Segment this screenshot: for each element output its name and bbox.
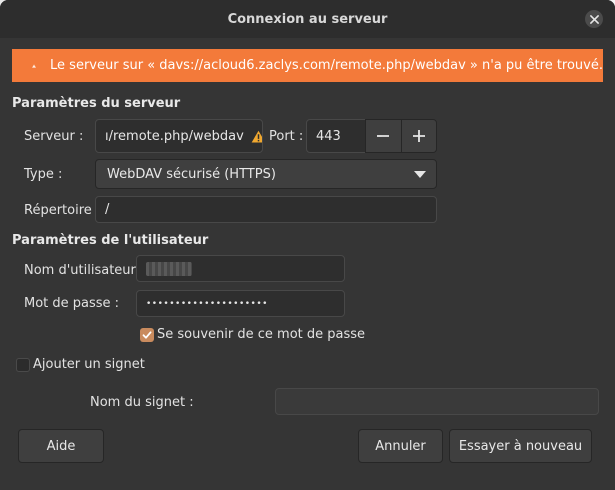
add-bookmark-label[interactable]: Ajouter un signet (33, 357, 145, 372)
error-message: Le serveur sur « davs://acloud6.zaclys.c… (50, 58, 603, 73)
error-banner: Le serveur sur « davs://acloud6.zaclys.c… (12, 49, 603, 82)
port-label: Port : (269, 129, 304, 144)
port-decrement-button[interactable] (366, 120, 401, 152)
add-bookmark-checkbox[interactable] (16, 358, 30, 372)
minus-icon (377, 135, 390, 137)
bookmark-name-input[interactable] (275, 388, 599, 415)
port-increment-button[interactable] (400, 120, 436, 152)
server-value: ı/remote.php/webdav (105, 128, 244, 144)
remember-password-label[interactable]: Se souvenir de ce mot de passe (157, 327, 365, 342)
remember-password-checkbox[interactable] (140, 328, 154, 342)
window-title: Connexion au serveur (227, 12, 388, 27)
type-value: WebDAV sécurisé (HTTPS) (107, 166, 276, 182)
type-label: Type : (24, 167, 63, 182)
port-input[interactable]: 443 (306, 119, 366, 153)
port-value: 443 (316, 128, 341, 144)
checkmark-icon (142, 331, 152, 339)
username-input[interactable] (136, 255, 345, 282)
password-input[interactable]: ••••••••••••••••••••• (136, 290, 345, 317)
help-button[interactable]: Aide (18, 429, 104, 463)
username-redaction (146, 261, 192, 276)
bookmark-name-label: Nom du signet : (90, 395, 194, 410)
cancel-button[interactable]: Annuler (358, 429, 443, 463)
server-label: Serveur : (24, 129, 84, 144)
close-icon (589, 14, 599, 24)
plus-icon (412, 130, 425, 142)
server-input[interactable]: ı/remote.php/webdav (95, 119, 263, 153)
directory-label: Répertoire : (24, 203, 101, 218)
password-label: Mot de passe : (24, 296, 120, 311)
dropdown-arrow-icon (414, 171, 426, 178)
directory-value: / (105, 202, 110, 217)
user-section-title: Paramètres de l'utilisateur (12, 233, 209, 248)
warning-icon (32, 63, 36, 68)
retry-button[interactable]: Essayer à nouveau (449, 429, 592, 463)
directory-input[interactable]: / (95, 196, 437, 223)
username-label: Nom d'utilisateur : (24, 263, 145, 278)
title-bar: Connexion au serveur (0, 0, 615, 38)
connect-to-server-dialog: Connexion au serveur Le serveur sur « da… (0, 0, 615, 490)
password-value: ••••••••••••••••••••• (146, 298, 268, 309)
server-section-title: Paramètres du serveur (12, 96, 181, 111)
type-select[interactable]: WebDAV sécurisé (HTTPS) (95, 159, 437, 189)
port-stepper (365, 119, 437, 153)
warning-icon (251, 130, 262, 142)
close-button[interactable] (585, 10, 603, 28)
